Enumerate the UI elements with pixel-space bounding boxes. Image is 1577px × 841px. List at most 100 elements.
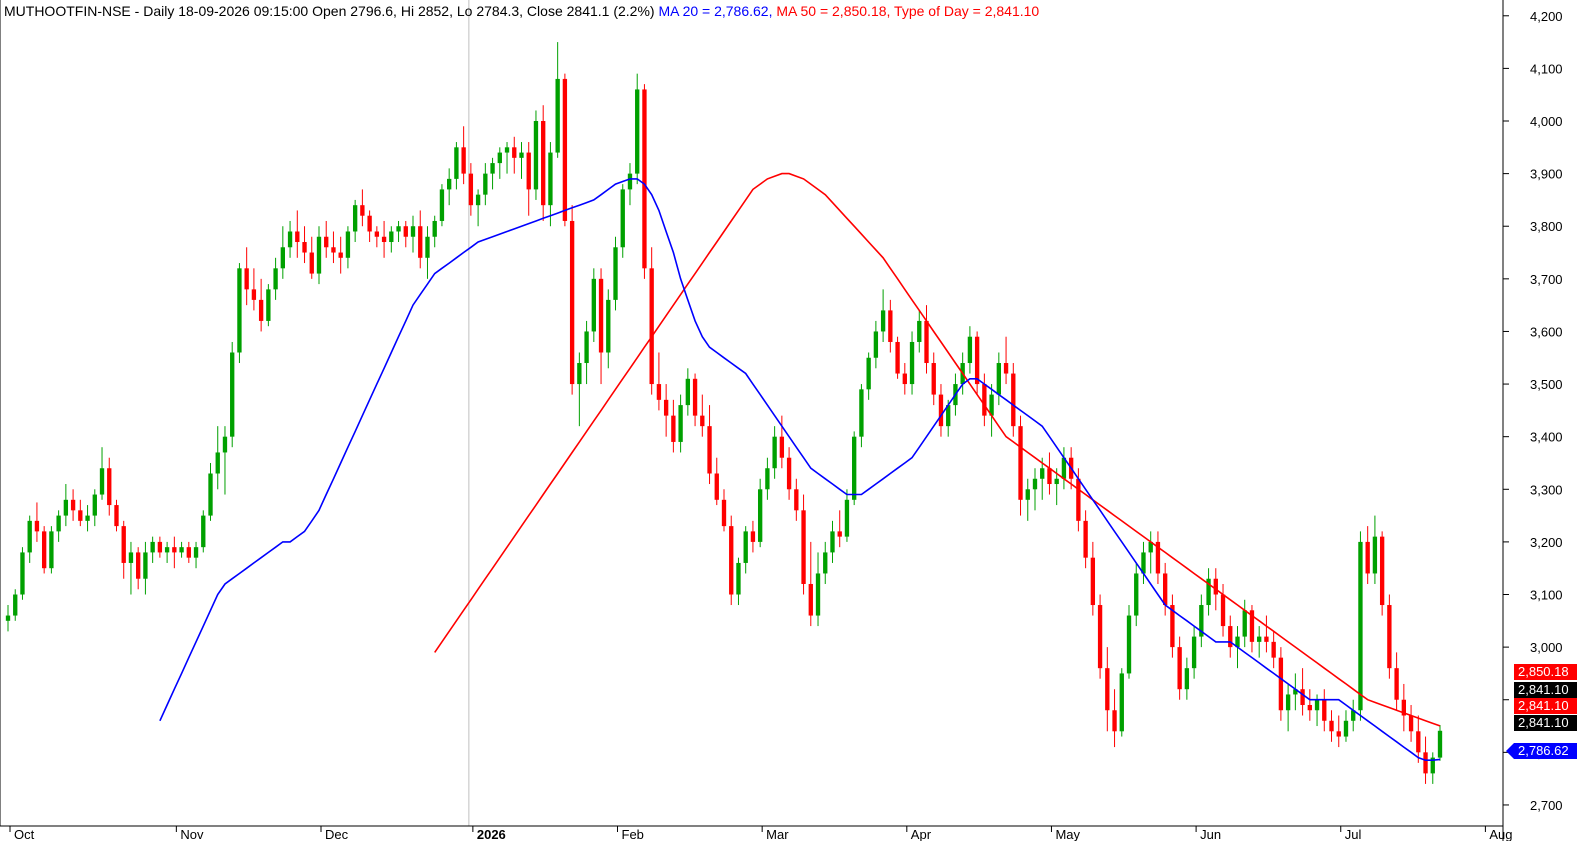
candle	[1300, 668, 1305, 716]
candle-body	[179, 547, 184, 553]
candle	[475, 189, 481, 227]
candle-body	[533, 121, 539, 190]
ma50-line	[434, 172, 1441, 727]
price-tick-label: 4,000	[1530, 114, 1563, 129]
candle-body	[222, 436, 228, 453]
candle-body	[620, 189, 625, 248]
candle-body	[490, 163, 495, 174]
candle	[41, 526, 47, 574]
candle	[504, 142, 510, 174]
candle-body	[924, 320, 929, 364]
price-tick-label: 3,400	[1530, 430, 1563, 445]
candle-body	[577, 363, 582, 385]
candle-body	[63, 499, 69, 516]
candle-body	[982, 384, 987, 416]
candle-body	[866, 357, 871, 390]
candle-body	[128, 552, 134, 563]
candle	[1105, 647, 1110, 732]
month-label: Nov	[180, 827, 204, 841]
price-tick-label: 4,200	[1530, 9, 1563, 24]
candle	[801, 494, 806, 595]
candle	[642, 84, 647, 279]
candle	[13, 589, 18, 621]
candle	[967, 326, 973, 374]
candle-body	[56, 515, 61, 532]
candle-body	[432, 220, 437, 237]
candle	[526, 142, 531, 216]
candle	[280, 226, 285, 279]
ma50-price-tag: 2,850.18	[1514, 664, 1577, 680]
month-label: Aug	[1489, 827, 1512, 841]
candle-body	[750, 531, 756, 542]
candle	[830, 520, 835, 563]
candle-body	[685, 378, 691, 406]
candle-body	[1220, 594, 1226, 627]
candle	[302, 226, 307, 264]
candle	[381, 220, 387, 258]
candle	[982, 373, 987, 427]
ma20-tag-arrow	[1506, 743, 1514, 759]
price-tick-label: 3,000	[1530, 640, 1563, 655]
candle	[1271, 631, 1276, 669]
candle	[497, 147, 502, 179]
candle	[548, 142, 553, 227]
candle-body	[230, 352, 235, 437]
candle	[663, 384, 669, 437]
candle-body	[439, 189, 445, 221]
candle	[34, 502, 40, 542]
candle-body	[1358, 541, 1363, 711]
candle-body	[779, 436, 785, 458]
candle-body	[461, 147, 466, 174]
candle	[1170, 594, 1175, 658]
candle	[215, 426, 220, 490]
candle	[1264, 615, 1269, 653]
candle-body	[1285, 694, 1291, 711]
candle-body	[143, 552, 148, 579]
candlestick-chart[interactable]: 2,7002,8002,9003,0003,1003,2003,3003,400…	[0, 0, 1577, 841]
candle	[331, 231, 336, 264]
candle	[432, 215, 437, 248]
candle-body	[374, 231, 380, 237]
candle-body	[302, 242, 307, 253]
price-tick-label: 3,500	[1530, 377, 1563, 392]
candle	[989, 384, 994, 437]
candle-body	[1054, 478, 1059, 485]
candle-body	[1264, 636, 1269, 642]
candle	[1163, 562, 1168, 616]
candle-body	[1134, 573, 1139, 616]
candle-body	[258, 299, 264, 321]
candle-body	[1213, 578, 1218, 595]
candle-body	[172, 547, 177, 553]
candle	[895, 336, 900, 379]
candle-body	[1191, 636, 1197, 669]
price-tick-label: 3,800	[1530, 219, 1563, 234]
candle	[1097, 594, 1103, 679]
candle	[461, 126, 466, 185]
candle-body	[41, 531, 47, 569]
candle	[1372, 515, 1378, 584]
candle-body	[526, 152, 531, 190]
candles-layer	[5, 42, 1443, 784]
month-label: Dec	[325, 827, 349, 841]
candle-body	[1394, 668, 1399, 700]
candle	[316, 226, 322, 285]
candle-body	[902, 373, 907, 385]
candle	[794, 478, 799, 521]
candle	[721, 489, 727, 532]
candle	[157, 536, 163, 558]
candle-body	[5, 615, 11, 621]
candle	[1126, 605, 1132, 679]
candle-body	[765, 468, 770, 490]
close-price-tag: 2,841.10	[1514, 682, 1577, 698]
candle-body	[1003, 363, 1009, 374]
candle-body	[295, 231, 300, 243]
candle-body	[1097, 605, 1103, 669]
candle	[541, 105, 546, 221]
candle-body	[273, 268, 278, 290]
ma20-header-value: MA 20 = 2,786.62,	[658, 3, 773, 19]
ma50-layer	[434, 172, 1441, 727]
candle-body	[678, 405, 683, 442]
candle-body	[541, 121, 546, 206]
candle-body	[591, 278, 596, 332]
candle	[1379, 531, 1385, 616]
